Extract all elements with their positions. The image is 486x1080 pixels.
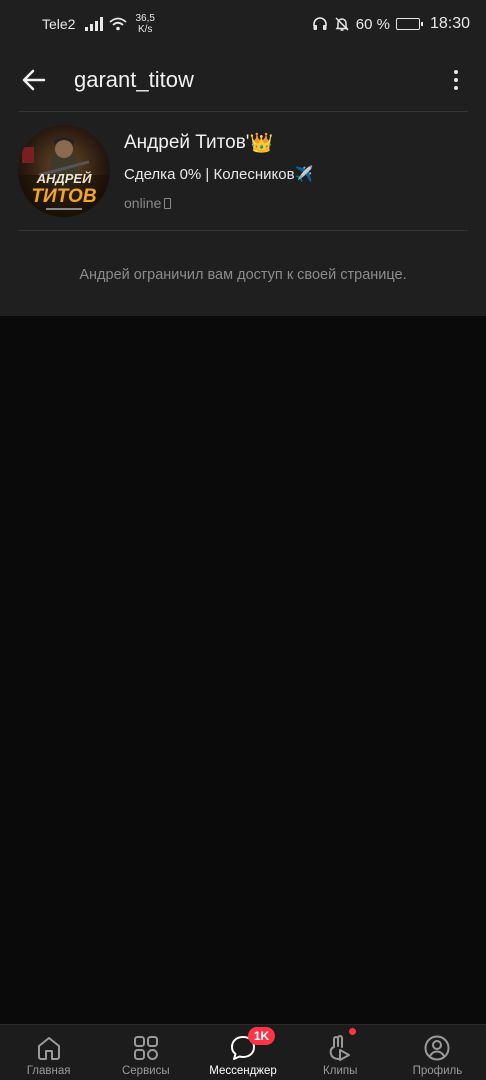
page-title: garant_titow	[74, 66, 194, 92]
clock: 18:30	[429, 15, 470, 32]
bottom-nav: Главная Сервисы 1K Мессенджер Клипы Проф…	[0, 1024, 486, 1080]
status-left: Tele2 36,5 K/s	[42, 13, 155, 35]
headphones-icon	[312, 17, 327, 30]
divider	[18, 230, 468, 231]
more-vertical-icon-dot	[454, 77, 458, 82]
profile-icon	[424, 1035, 450, 1061]
name-row: Андрей Титов' 👑	[124, 131, 313, 155]
services-icon	[133, 1036, 158, 1060]
messenger-badge: 1K	[247, 1027, 276, 1045]
profile-info: Андрей Титов' 👑 Сделка 0% | Колесников ✈…	[124, 125, 313, 217]
nav-messenger[interactable]: 1K Мессенджер	[194, 1025, 291, 1080]
nav-profile-label: Профиль	[412, 1065, 463, 1077]
nav-profile[interactable]: Профиль	[389, 1025, 486, 1080]
more-vertical-icon-dot	[454, 69, 458, 74]
clips-notification-dot	[348, 1028, 356, 1035]
back-button[interactable]	[18, 64, 50, 96]
carrier-label: Tele2	[42, 16, 76, 32]
avatar-text-top: АНДРЕЙ	[36, 170, 93, 186]
signal-icon	[85, 17, 104, 31]
online-indicator: online	[124, 195, 313, 211]
crown-icon: 👑	[249, 133, 274, 154]
nav-services[interactable]: Сервисы	[97, 1025, 194, 1080]
profile-status-text: Сделка 0% | Колесников	[124, 165, 295, 183]
avatar-image: АНДРЕЙ ТИТОВ	[18, 125, 110, 217]
nav-home-label: Главная	[26, 1065, 71, 1077]
nav-clips[interactable]: Клипы	[292, 1025, 389, 1080]
app-header: garant_titow	[0, 48, 486, 111]
avatar-text-bottom: ТИТОВ	[31, 186, 96, 207]
nav-home[interactable]: Главная	[0, 1025, 97, 1080]
status-bar: Tele2 36,5 K/s 60 % 18:30	[0, 0, 486, 48]
online-label: online	[124, 195, 162, 211]
nav-services-label: Сервисы	[121, 1065, 170, 1077]
profile-row[interactable]: АНДРЕЙ ТИТОВ Андрей Титов' 👑 Сделка 0% |…	[18, 125, 468, 217]
battery-icon	[395, 18, 423, 30]
battery-percent: 60 %	[355, 15, 390, 33]
status-right: 60 % 18:30	[312, 15, 470, 33]
more-button[interactable]	[444, 64, 468, 96]
profile-name: Андрей Титов'	[124, 132, 250, 153]
phone-icon	[164, 197, 172, 209]
net-speed-unit: K/s	[137, 24, 153, 35]
bell-off-icon	[335, 17, 349, 31]
restricted-message: Андрей ограничил вам доступ к своей стра…	[79, 267, 407, 283]
net-speed: 36,5 K/s	[135, 13, 154, 35]
profile-card: АНДРЕЙ ТИТОВ Андрей Титов' 👑 Сделка 0% |…	[0, 111, 486, 316]
nav-clips-label: Клипы	[323, 1065, 358, 1077]
divider	[18, 111, 468, 112]
net-speed-value: 36,5	[135, 13, 155, 24]
airplane-icon: ✈️	[294, 166, 314, 183]
clips-icon	[329, 1035, 351, 1061]
profile-status: Сделка 0% | Колесников ✈️	[124, 165, 314, 184]
more-vertical-icon-dot	[454, 85, 458, 90]
screen: Tele2 36,5 K/s 60 % 18:30 garant_titow А…	[0, 0, 486, 1080]
nav-messenger-label: Мессенджер	[209, 1065, 277, 1077]
arrow-left-icon	[22, 69, 46, 90]
home-icon	[37, 1037, 60, 1060]
avatar[interactable]: АНДРЕЙ ТИТОВ	[18, 125, 110, 217]
wifi-icon	[109, 17, 128, 31]
